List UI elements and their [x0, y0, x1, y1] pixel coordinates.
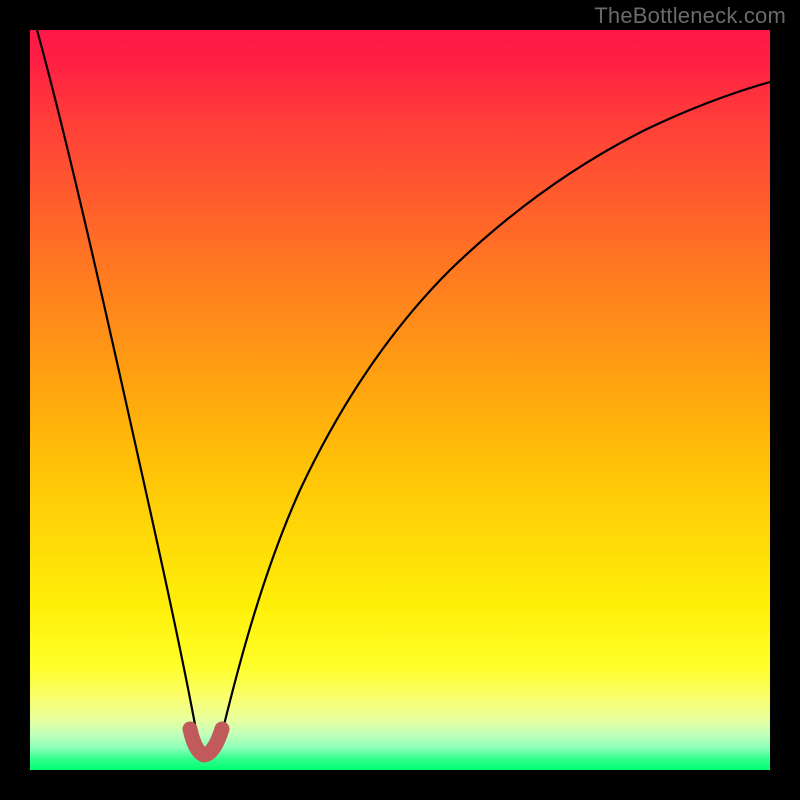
plot-area: [30, 30, 770, 770]
bottleneck-curve: [37, 30, 770, 756]
chart-svg: [30, 30, 770, 770]
chart-frame: TheBottleneck.com: [0, 0, 800, 800]
attribution-label: TheBottleneck.com: [594, 3, 786, 29]
curve-trough-marker: [190, 729, 222, 755]
